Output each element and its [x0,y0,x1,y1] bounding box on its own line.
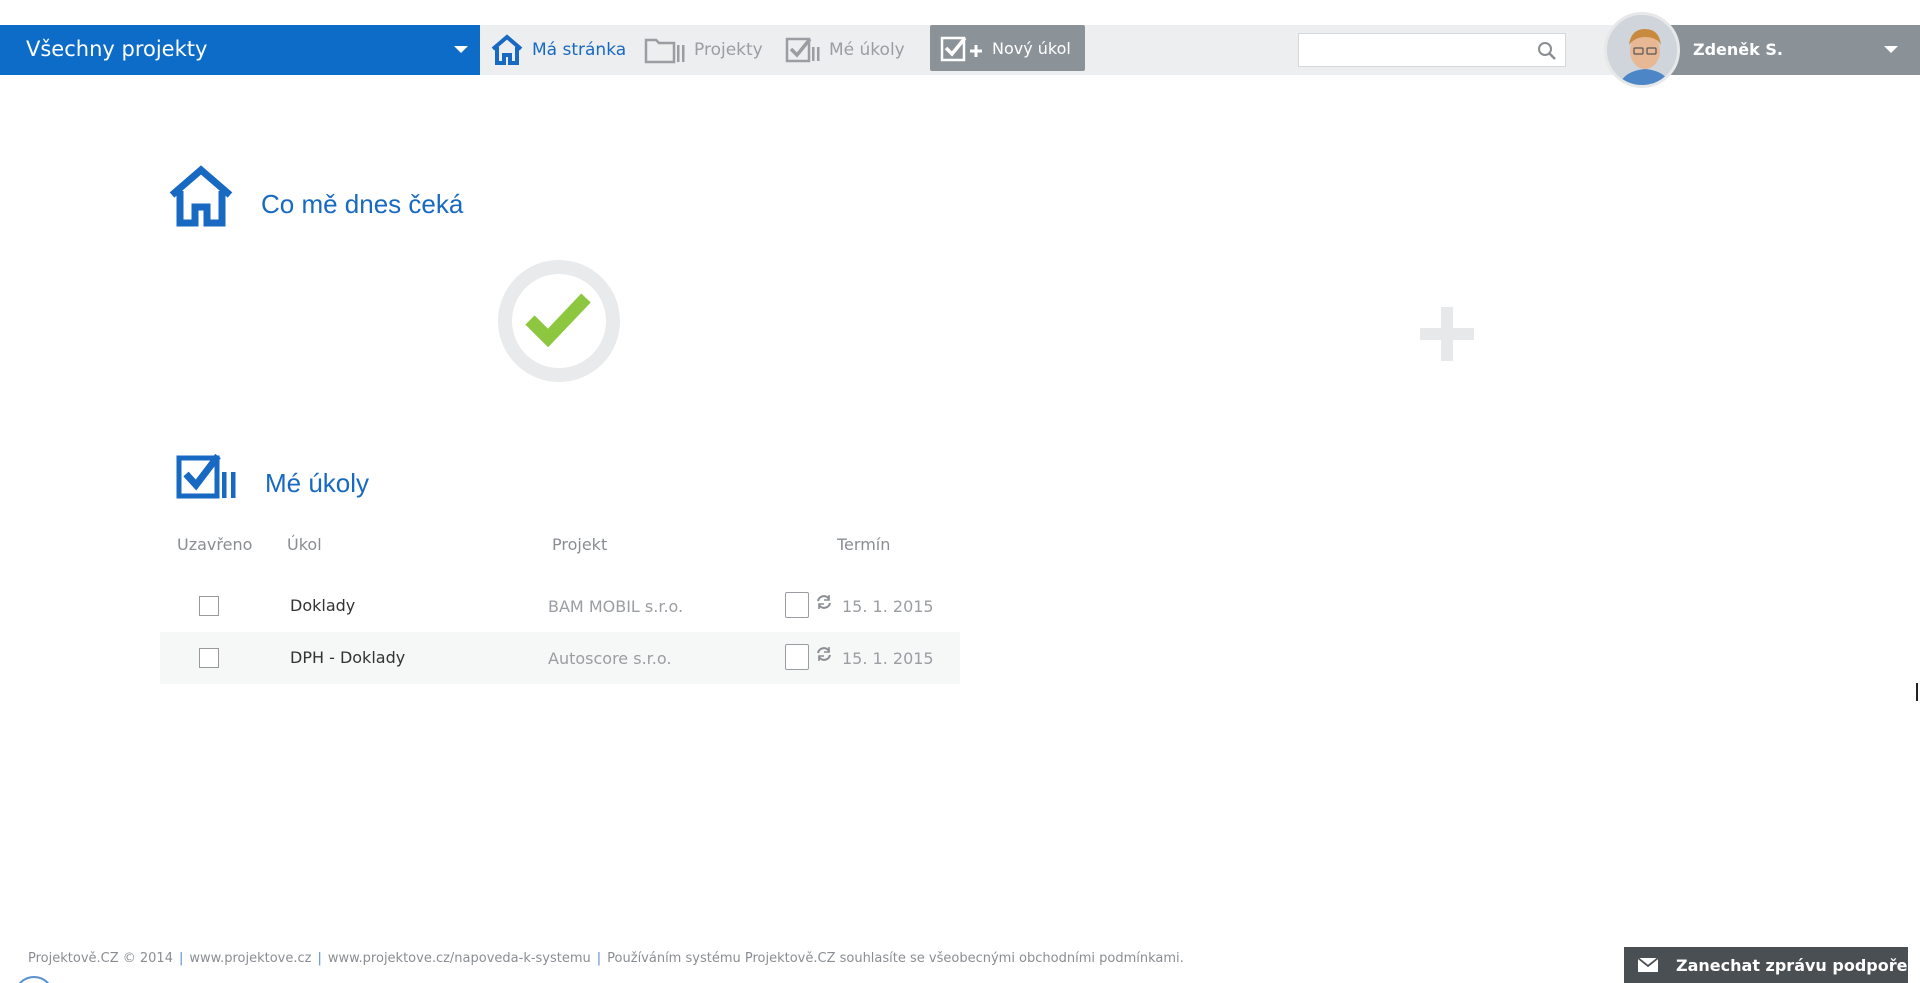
envelope-icon [1638,958,1658,972]
today-section-title: Co mě dnes čeká [261,189,464,219]
column-header-task[interactable]: Úkol [287,535,322,554]
footer-link-help[interactable]: www.projektove.cz/napoveda-k-systemu [328,951,591,966]
footer-separator: | [596,951,602,966]
task-deadline: 15. 1. 2015 [842,649,934,668]
tasks-icon [785,37,820,63]
task-project[interactable]: BAM MOBIL s.r.o. [548,597,683,616]
add-task-icon [940,36,982,62]
avatar[interactable] [1604,12,1680,88]
footer-separator: | [178,951,184,966]
search-box [1298,33,1566,67]
nav-my-page[interactable]: Má stránka [490,25,626,75]
chevron-down-icon [1884,46,1898,53]
table-row[interactable]: DPH - Doklady Autoscore s.r.o. 15. 1. 20… [160,632,960,684]
new-task-button[interactable]: Nový úkol [930,25,1085,71]
refresh-icon[interactable] [816,646,832,662]
project-selector[interactable]: Všechny projekty [0,25,480,75]
tasks-section-title: Mé úkoly [265,468,370,498]
task-name[interactable]: DPH - Doklady [290,648,405,667]
deadline-checkbox[interactable] [785,644,809,670]
column-header-deadline[interactable]: Termín [837,535,890,554]
support-message-button[interactable]: Zanechat zprávu podpoře [1624,947,1908,983]
all-done-indicator [498,260,620,382]
nav-projects[interactable]: Projekty [644,25,763,75]
task-project[interactable]: Autoscore s.r.o. [548,649,671,668]
text-cursor [1916,683,1918,701]
task-closed-checkbox[interactable] [199,648,219,668]
home-icon [491,34,523,65]
nav-my-tasks[interactable]: Mé úkoly [785,25,905,75]
new-task-label: Nový úkol [992,38,1071,58]
task-closed-checkbox[interactable] [199,596,219,616]
folder-icon [644,38,685,64]
deadline-checkbox[interactable] [785,592,809,618]
task-deadline: 15. 1. 2015 [842,597,934,616]
user-name: Zdeněk S. [1693,40,1783,59]
help-widget-icon[interactable] [14,976,54,983]
support-message-label: Zanechat zprávu podpoře [1676,955,1908,975]
nav-my-page-label: Má stránka [532,40,627,60]
column-header-project[interactable]: Projekt [552,535,607,554]
footer-terms[interactable]: Používáním systému Projektově.CZ souhlas… [607,951,1184,966]
home-icon [169,165,233,227]
footer: Projektově.CZ © 2014 | www.projektove.cz | w… [28,951,1184,966]
footer-separator: | [317,951,322,966]
refresh-icon[interactable] [816,594,832,610]
search-input[interactable] [1299,34,1527,66]
task-name[interactable]: Doklady [290,596,355,615]
chevron-down-icon [454,46,468,53]
search-icon[interactable] [1537,41,1557,61]
tasks-icon [176,453,236,499]
footer-copyright: Projektově.CZ © 2014 [28,951,173,966]
nav-my-tasks-label: Mé úkoly [829,40,905,60]
table-row[interactable]: Doklady BAM MOBIL s.r.o. 15. 1. 2015 [160,580,960,632]
nav-projects-label: Projekty [694,40,763,60]
checkmark-icon [525,293,591,348]
footer-link-website[interactable]: www.projektove.cz [189,951,311,966]
plus-icon[interactable] [1418,305,1476,363]
avatar-image [1607,15,1677,85]
column-header-closed[interactable]: Uzavřeno [177,535,252,554]
project-selector-label: Všechny projekty [26,37,208,61]
